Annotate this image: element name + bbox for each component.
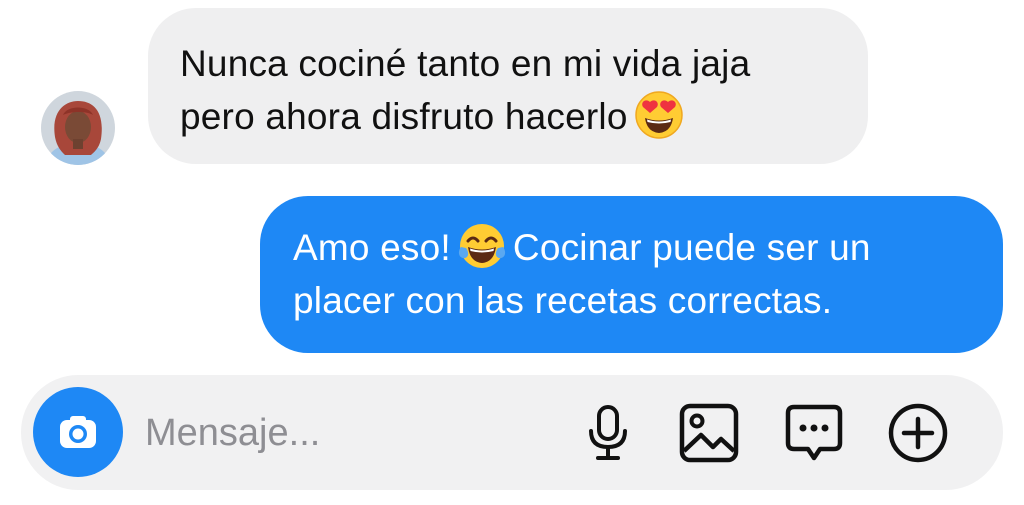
incoming-message-text: pero ahora disfruto hacerlo [180, 96, 628, 137]
camera-icon [57, 411, 99, 453]
avatar-image [41, 91, 115, 165]
outgoing-message-line: placer con las recetas correctas. [293, 280, 833, 321]
message-input[interactable] [145, 407, 565, 459]
microphone-icon [583, 403, 633, 463]
avatar[interactable] [41, 91, 115, 165]
incoming-message-bubble[interactable]: Nunca cociné tanto en mi vida jaja pero … [148, 8, 868, 164]
add-button[interactable] [887, 402, 949, 464]
incoming-message-line: pero ahora disfruto hacerlo [180, 90, 868, 143]
image-icon [679, 403, 739, 463]
camera-button[interactable] [33, 387, 123, 477]
chat-screen: Nunca cociné tanto en mi vida jaja pero … [0, 0, 1024, 505]
sticker-button[interactable] [783, 402, 845, 464]
outgoing-message-line: Amo eso! Cocinar puede ser un [293, 221, 1003, 274]
microphone-button[interactable] [577, 402, 639, 464]
outgoing-message-text: Amo eso! [293, 227, 451, 268]
outgoing-message-text: Cocinar puede ser un [512, 227, 871, 268]
incoming-message-line: Nunca cociné tanto en mi vida jaja [180, 43, 751, 84]
outgoing-message-bubble[interactable]: Amo eso! Cocinar puede ser un placer con… [260, 196, 1003, 353]
heart-eyes-emoji-icon [634, 90, 684, 140]
gallery-button[interactable] [678, 402, 740, 464]
message-composer [21, 375, 1003, 490]
plus-circle-icon [887, 402, 949, 464]
tears-of-joy-emoji-icon [457, 221, 507, 271]
sticker-chat-icon [784, 403, 844, 463]
